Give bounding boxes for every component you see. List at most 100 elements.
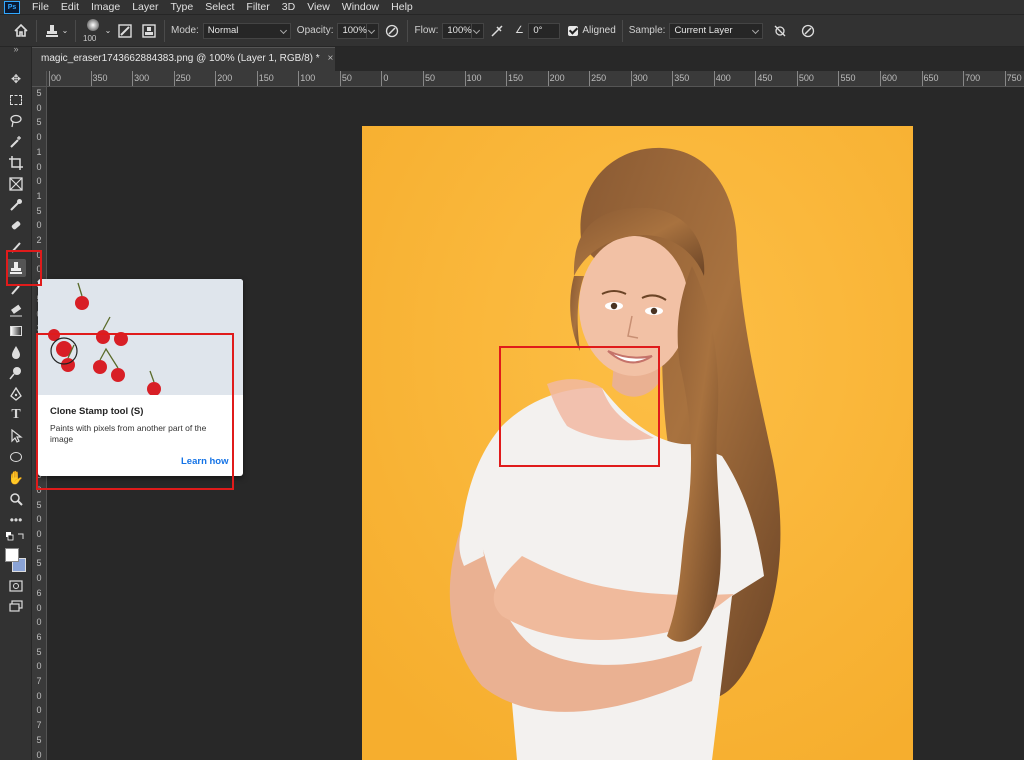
gradient-tool-icon[interactable] — [6, 322, 26, 340]
ruler-tick-label: 5 — [36, 499, 42, 510]
ruler-tick-label: 200 — [217, 73, 233, 83]
lasso-tool-icon[interactable] — [6, 112, 26, 130]
clone-source-panel-icon[interactable] — [140, 22, 158, 40]
ruler-tick-label: 5 — [36, 205, 42, 216]
mode-dropdown[interactable]: Normal — [202, 22, 291, 39]
brush-size-picker[interactable]: 100 — [82, 17, 104, 45]
quick-selection-tool-icon[interactable] — [6, 133, 26, 151]
angle-input[interactable]: 0° — [528, 22, 561, 39]
screen-mode-icon[interactable] — [6, 597, 26, 615]
menu-edit[interactable]: Edit — [55, 0, 85, 14]
zoom-tool-icon[interactable] — [6, 490, 26, 508]
more-tools-icon[interactable]: ••• — [6, 511, 26, 529]
ruler-tick-line — [422, 71, 424, 86]
ruler-tick-label: 0 — [36, 749, 42, 760]
flow-label: Flow: — [414, 25, 439, 36]
ruler-tick-line — [132, 71, 134, 86]
menu-window[interactable]: Window — [336, 0, 385, 14]
ruler-tick-label: 5 — [36, 646, 42, 657]
ruler-tick-label: 200 — [549, 73, 565, 83]
ruler-tick-label: 0 — [36, 102, 42, 113]
clone-stamp-preset-icon[interactable] — [43, 22, 61, 40]
hand-tool-icon[interactable]: ✋ — [6, 469, 26, 487]
eraser-tool-icon[interactable] — [6, 301, 26, 319]
menu-layer[interactable]: Layer — [126, 0, 164, 14]
blur-tool-icon[interactable] — [6, 343, 26, 361]
close-tab-icon[interactable]: × — [327, 53, 333, 64]
path-selection-tool-icon[interactable] — [6, 427, 26, 445]
ruler-tick-label: 0 — [36, 661, 42, 672]
ruler-tick-label: 600 — [882, 73, 898, 83]
brush-chevron-down-icon[interactable]: ⌄ — [104, 22, 112, 40]
quick-mask-icon[interactable] — [6, 577, 26, 595]
ruler-tick-label: 0 — [36, 514, 42, 525]
healing-brush-tool-icon[interactable] — [6, 217, 26, 235]
aligned-checkbox[interactable]: Aligned — [568, 25, 616, 36]
brush-settings-icon[interactable] — [116, 22, 134, 40]
menu-view[interactable]: View — [301, 0, 336, 14]
horizontal-ruler[interactable]: 00 350 300 250 200 150 100 50 0 50 100 150 200 250 300… — [47, 71, 1024, 87]
ruler-tick-line — [963, 71, 965, 86]
frame-tool-icon[interactable] — [6, 175, 26, 193]
opacity-label: Opacity: — [296, 25, 334, 36]
ruler-tick-line — [256, 71, 258, 86]
default-colors-icon[interactable] — [6, 531, 26, 543]
ruler-tick-label: 50 — [341, 73, 352, 83]
opacity-slider-toggle[interactable] — [367, 22, 380, 39]
type-tool-icon[interactable]: T — [6, 406, 26, 424]
ruler-tick-label: 650 — [923, 73, 939, 83]
sample-dropdown[interactable]: Current Layer — [669, 22, 764, 39]
dodge-tool-icon[interactable] — [6, 364, 26, 382]
menu-3d[interactable]: 3D — [276, 0, 301, 14]
pen-tool-icon[interactable] — [6, 385, 26, 403]
ruler-tick-line — [838, 71, 840, 86]
ellipse-tool-icon[interactable] — [6, 448, 26, 466]
pressure-opacity-icon[interactable] — [383, 22, 401, 40]
menu-image[interactable]: Image — [85, 0, 126, 14]
ruler-tick-label: 300 — [134, 73, 150, 83]
collapse-chevron-icon[interactable]: » — [6, 43, 26, 55]
ruler-tick-label: 700 — [965, 73, 981, 83]
menu-help[interactable]: Help — [385, 0, 419, 14]
pressure-size-icon[interactable] — [799, 22, 817, 40]
mode-label: Mode: — [171, 25, 199, 36]
preset-chevron-down-icon[interactable]: ⌄ — [61, 22, 69, 40]
eyedropper-tool-icon[interactable] — [6, 196, 26, 214]
sample-label: Sample: — [628, 25, 666, 36]
ruler-tick-line — [1004, 71, 1006, 86]
menu-type[interactable]: Type — [164, 0, 199, 14]
ruler-tick-label: 1 — [36, 190, 42, 201]
flow-slider-toggle[interactable] — [472, 22, 485, 39]
airbrush-icon[interactable] — [488, 22, 506, 40]
ruler-tick-line — [49, 71, 50, 86]
document-tab[interactable]: magic_eraser1743662884383.png @ 100% (La… — [32, 47, 335, 71]
menu-select[interactable]: Select — [199, 0, 240, 14]
ruler-origin[interactable] — [32, 71, 47, 87]
marquee-tool-icon[interactable] — [6, 91, 26, 109]
opacity-input[interactable]: 100% — [337, 22, 368, 39]
tooltip-highlight-box — [36, 333, 234, 490]
ruler-tick-label: 350 — [674, 73, 690, 83]
ruler-tick-line — [630, 71, 632, 86]
ruler-tick-line — [506, 71, 508, 86]
foreground-color-swatch[interactable] — [5, 548, 19, 562]
crop-tool-icon[interactable] — [6, 154, 26, 172]
flow-input[interactable]: 100% — [442, 22, 473, 39]
ruler-tick-label: 0 — [36, 602, 42, 613]
menu-file[interactable]: File — [26, 0, 55, 14]
ruler-tick-label: 550 — [840, 73, 856, 83]
ruler-tick-line — [339, 71, 341, 86]
home-icon[interactable] — [12, 22, 30, 40]
ruler-tick-label: 250 — [591, 73, 607, 83]
menu-filter[interactable]: Filter — [240, 0, 275, 14]
checkbox-checked-icon — [568, 25, 579, 36]
ruler-tick-line — [589, 71, 591, 86]
photoshop-logo: Ps — [4, 0, 20, 14]
ruler-tick-label: 0 — [36, 705, 42, 716]
clone-stamp-highlight-box — [6, 250, 42, 286]
ignore-adjustment-layers-icon[interactable] — [771, 22, 789, 40]
ruler-tick-line — [921, 71, 923, 86]
move-tool-icon[interactable]: ✥ — [6, 70, 26, 88]
brush-size-value: 100 — [83, 33, 97, 43]
aligned-label: Aligned — [582, 25, 616, 36]
